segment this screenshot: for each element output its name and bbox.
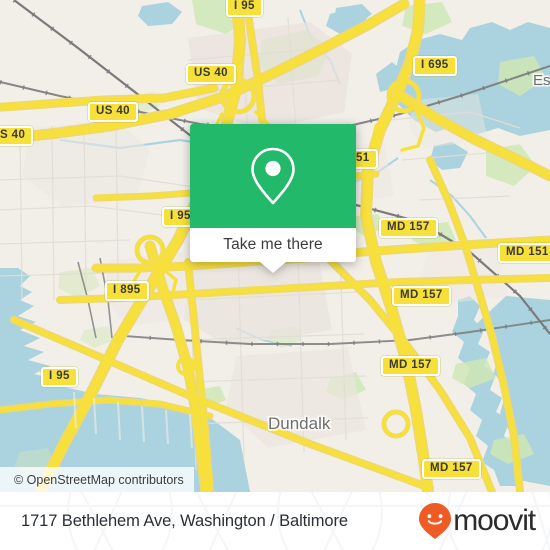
address-text: 1717 Bethlehem Ave, Washington / Baltimo…	[21, 511, 348, 530]
highway-shield-md157-lower: MD 157	[381, 356, 440, 376]
highway-shield-us40-center: US 40	[186, 64, 236, 84]
highway-shield-md157-upper: MD 157	[379, 218, 438, 238]
location-pin-icon	[251, 147, 295, 205]
highway-shield-md157-bottom: MD 157	[422, 459, 481, 479]
footer-bar: 1717 Bethlehem Ave, Washington / Baltimo…	[0, 492, 550, 550]
map-canvas[interactable]: Dundalk Es I 95 I 695 US 40 US 40 S 40 I…	[0, 0, 550, 492]
moovit-wordmark: moovit	[453, 504, 536, 537]
callout-pointer	[260, 262, 286, 273]
moovit-brand: moovit	[418, 502, 536, 540]
location-callout-card[interactable]: Take me there	[190, 124, 356, 273]
highway-shield-i95-south: I 95	[41, 367, 78, 387]
callout-action-area[interactable]: Take me there	[190, 228, 356, 262]
map-screenshot: Dundalk Es I 95 I 695 US 40 US 40 S 40 I…	[0, 0, 550, 550]
highway-shield-i695: I 695	[413, 56, 457, 76]
osm-attribution-text: © OpenStreetMap contributors	[14, 472, 184, 487]
callout-image-area	[190, 124, 356, 228]
highway-shield-us40-edge: S 40	[0, 126, 34, 146]
highway-shield-md157-mid: MD 157	[392, 286, 451, 306]
highway-shield-md151: MD 151	[498, 243, 550, 263]
highway-shield-us40-west: US 40	[88, 102, 138, 122]
moovit-pin-logo-icon	[419, 503, 452, 539]
take-me-there-label: Take me there	[223, 236, 323, 253]
highway-shield-i895: I 895	[105, 281, 149, 301]
highway-shield-i95-north: I 95	[226, 0, 263, 17]
osm-attribution[interactable]: © OpenStreetMap contributors	[0, 467, 194, 492]
